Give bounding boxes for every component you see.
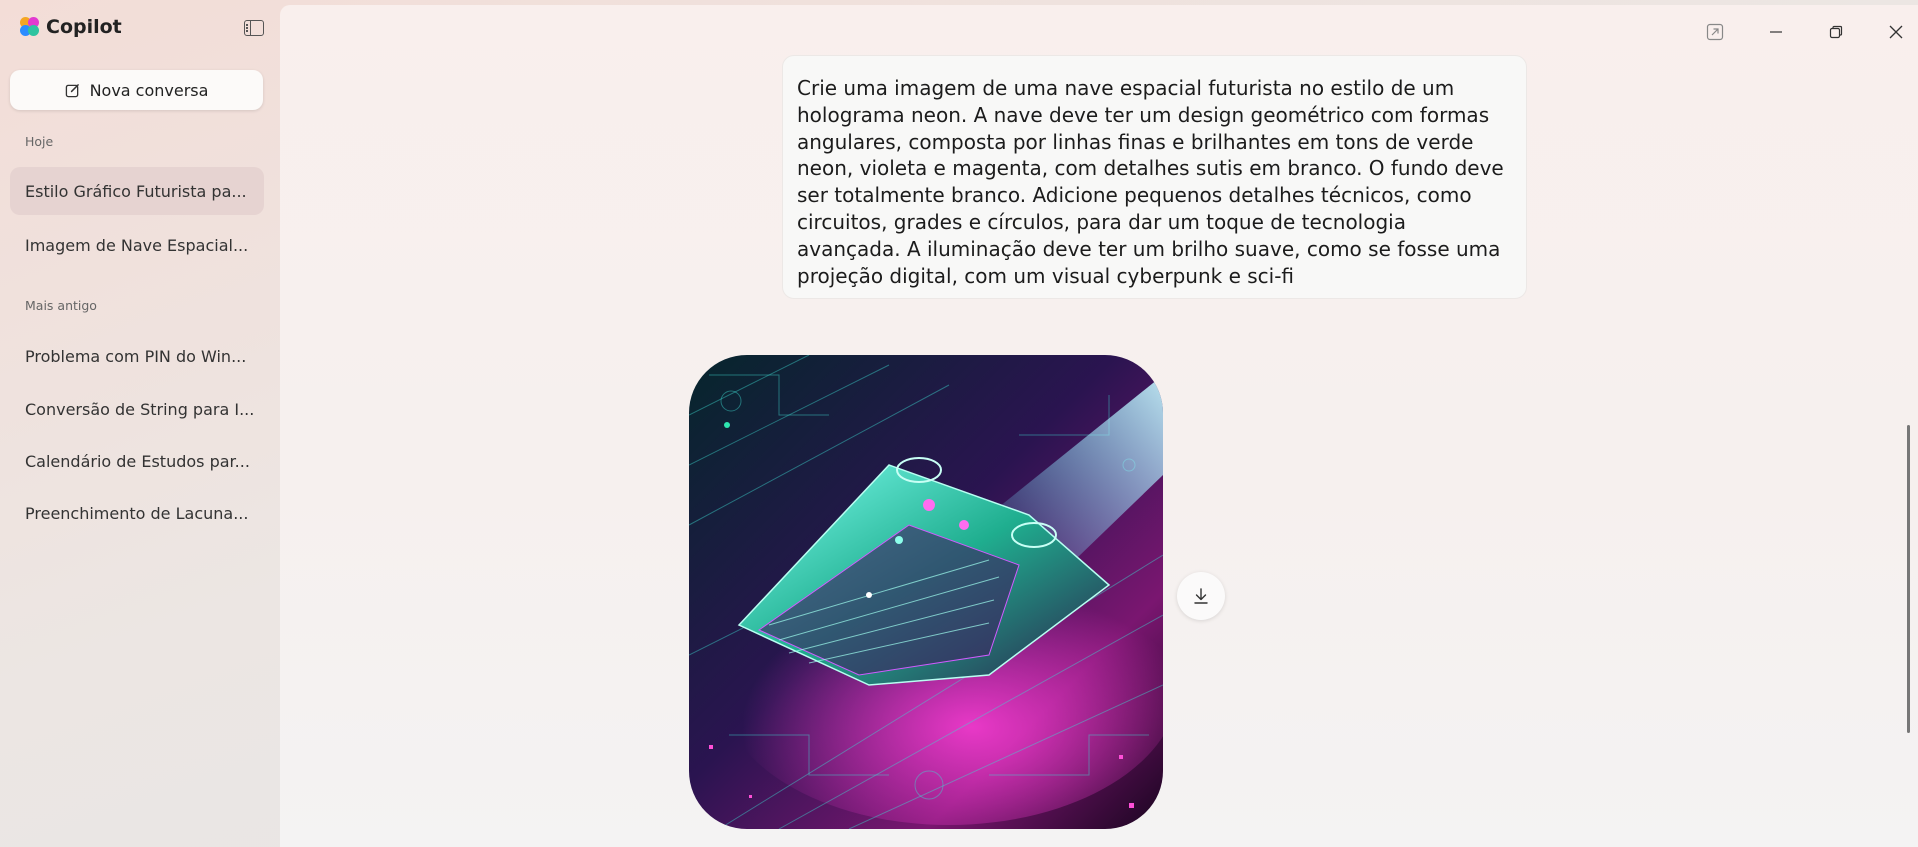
app-title: Copilot [46, 16, 122, 38]
sidebar-toggle-icon[interactable] [244, 20, 264, 36]
minimize-button[interactable] [1761, 17, 1791, 47]
chat-panel: Crie uma imagem de uma nave espacial fut… [280, 5, 1918, 847]
download-button[interactable] [1177, 572, 1225, 620]
conversation-label: Problema com PIN do Win... [25, 346, 247, 366]
chat-scrollbar[interactable] [1907, 425, 1910, 733]
conversation-item[interactable]: Problema com PIN do Win... [10, 332, 264, 380]
new-chat-label: Nova conversa [89, 80, 209, 100]
conversation-label: Estilo Gráfico Futurista pa... [25, 181, 247, 201]
close-button[interactable] [1881, 17, 1911, 47]
generated-image[interactable] [689, 355, 1163, 829]
section-label-today: Hoje [25, 134, 54, 149]
close-icon [1889, 25, 1903, 39]
open-in-new-window-icon [1706, 23, 1724, 41]
conversation-label: Conversão de String para I... [25, 399, 255, 419]
conversation-label: Calendário de Estudos par... [25, 451, 250, 471]
section-label-older: Mais antigo [25, 298, 97, 313]
conversation-label: Imagem de Nave Espacial... [25, 235, 249, 255]
user-message: Crie uma imagem de uma nave espacial fut… [782, 55, 1527, 299]
conversation-item[interactable]: Calendário de Estudos par... [10, 437, 264, 485]
new-chat-button[interactable]: Nova conversa [10, 70, 263, 110]
conversation-item[interactable]: Preenchimento de Lacuna... [10, 489, 264, 537]
restore-icon [1829, 25, 1843, 39]
conversation-item[interactable]: Imagem de Nave Espacial... [10, 221, 264, 269]
conversation-item[interactable]: Conversão de String para I... [10, 385, 264, 433]
restore-button[interactable] [1821, 17, 1851, 47]
sidebar: Copilot Nova conversa Hoje Estilo Gráfic… [0, 0, 280, 847]
spaceship-hologram-image [689, 355, 1163, 829]
copilot-logo-icon [20, 17, 40, 37]
app-logo: Copilot [20, 16, 122, 38]
download-icon [1194, 588, 1208, 604]
minimize-icon [1770, 31, 1782, 33]
open-in-new-window-button[interactable] [1700, 17, 1730, 47]
conversation-label: Preenchimento de Lacuna... [25, 503, 249, 523]
compose-icon [65, 83, 79, 97]
conversation-item[interactable]: Estilo Gráfico Futurista pa... [10, 167, 264, 215]
